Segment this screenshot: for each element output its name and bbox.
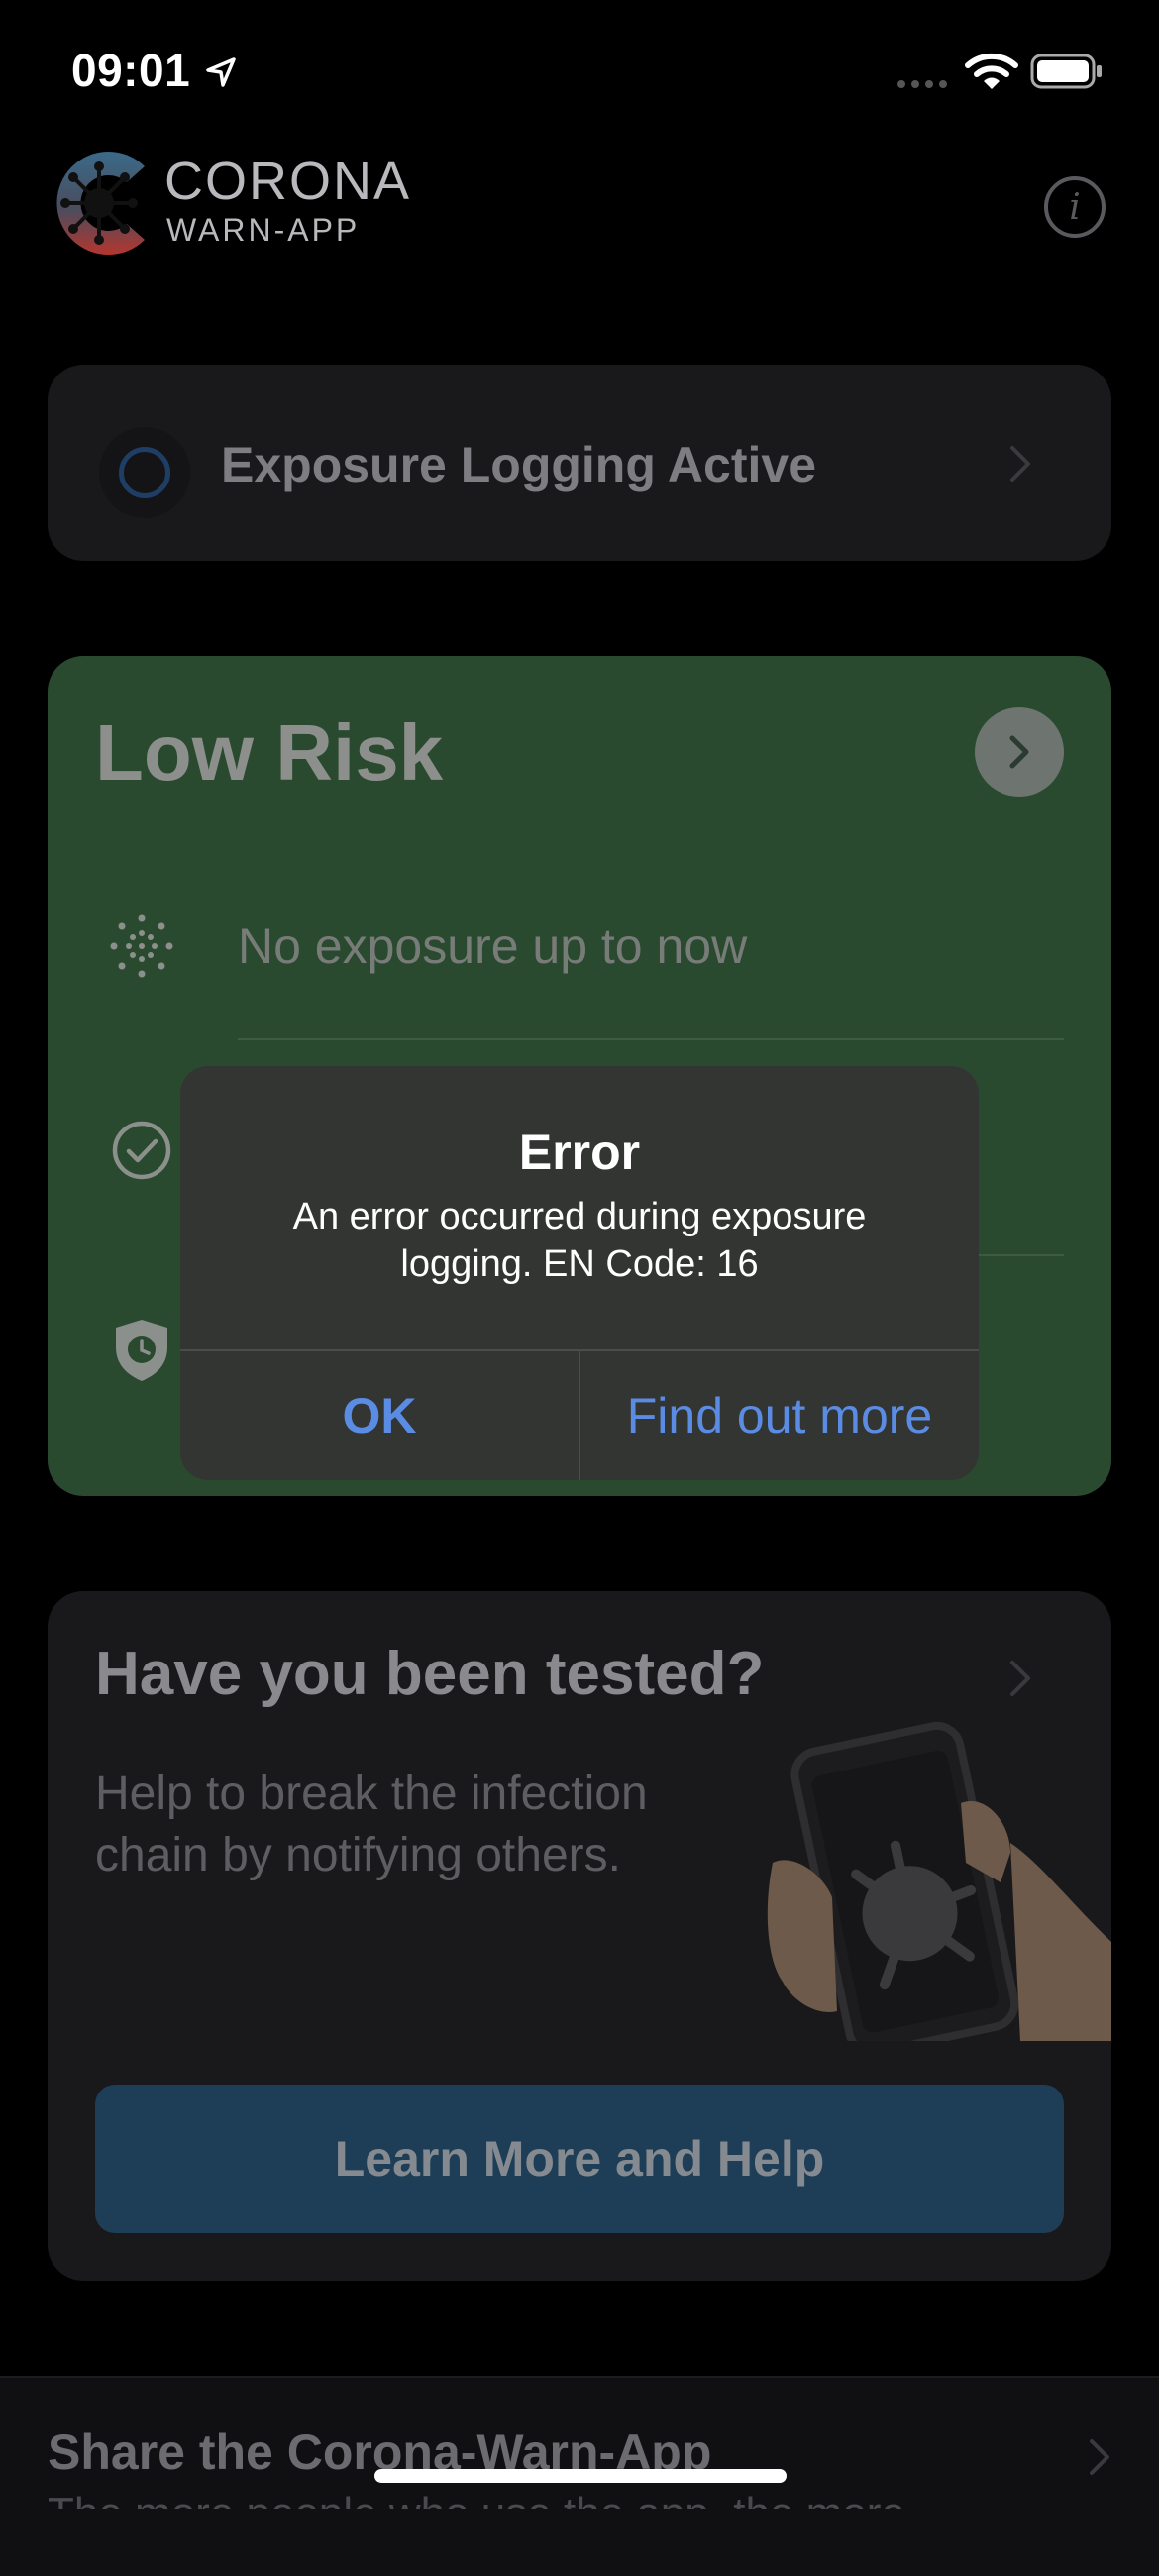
share-subtitle-text: The more people who use the app, the mor… — [48, 2493, 1058, 2509]
home-indicator[interactable] — [374, 2469, 787, 2483]
share-subtitle: The more people who use the app, the mor… — [48, 2493, 1058, 2509]
risk-title: Low Risk — [95, 708, 444, 797]
hand-holding-phone-illustration — [767, 1721, 1111, 2041]
chevron-right-icon — [1010, 1661, 1030, 1696]
battery-icon — [1030, 54, 1102, 89]
risk-detail-button[interactable] — [975, 707, 1064, 797]
exposure-logging-label: Exposure Logging Active — [221, 437, 817, 492]
risk-divider — [238, 1038, 1064, 1040]
shield-clock-icon — [116, 1320, 167, 1381]
tested-body-text: Help to break the infection chain by not… — [95, 1768, 648, 1881]
brand-title: CORONA — [164, 152, 412, 211]
cellular-signal-icon — [897, 80, 947, 88]
alert-find-out-more-button[interactable]: Find out more — [580, 1351, 979, 1480]
risk-exposure-text: No exposure up to now — [238, 918, 748, 974]
chevron-right-icon — [1010, 446, 1030, 482]
alert-ok-button[interactable]: OK — [180, 1351, 579, 1480]
location-arrow-icon — [206, 57, 236, 87]
check-circle-icon — [112, 1121, 171, 1180]
chevron-right-icon — [1009, 735, 1029, 769]
alert-message: An error occurred during exposure loggin… — [292, 1196, 867, 1285]
virus-icon — [110, 914, 173, 978]
info-button[interactable]: i — [1044, 176, 1106, 238]
wifi-icon — [965, 53, 1018, 89]
status-time: 09:01 — [71, 45, 191, 96]
corona-logo-icon — [56, 152, 145, 255]
brand-subtitle: WARN-APP — [166, 212, 361, 248]
alert-title: Error — [518, 1125, 641, 1180]
tested-title: Have you been tested? — [95, 1640, 765, 1708]
info-icon: i — [1069, 186, 1081, 228]
chevron-right-icon — [1090, 2439, 1109, 2475]
exposure-ring-icon — [119, 447, 170, 498]
error-alert-dialog: Error An error occurred during exposure … — [180, 1066, 979, 1480]
learn-more-button[interactable]: Learn More and Help — [95, 2085, 1064, 2233]
